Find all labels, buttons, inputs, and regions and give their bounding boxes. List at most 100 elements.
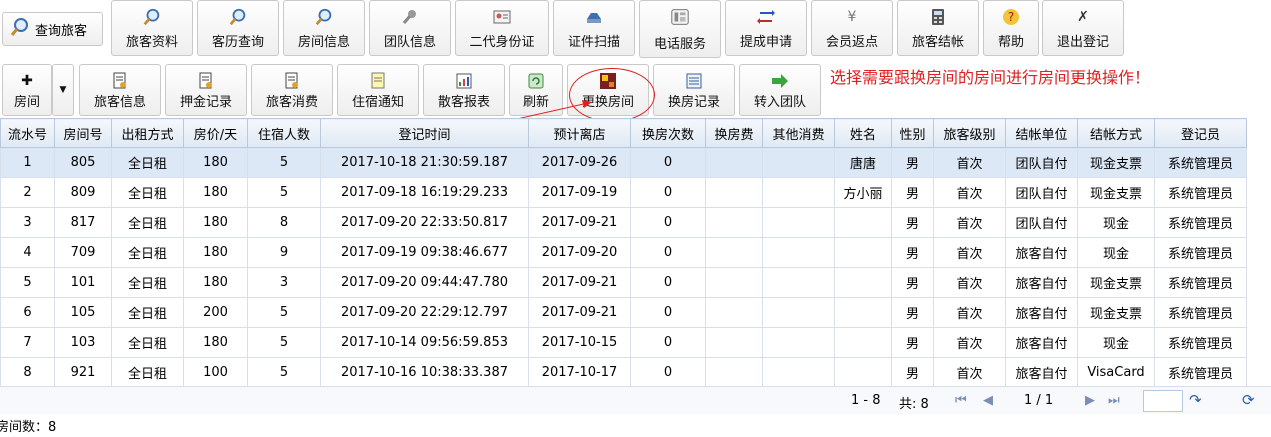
svg-text:?: ?	[1008, 10, 1014, 24]
column-header[interactable]: 流水号	[0, 118, 55, 148]
pager-range: 1 - 8	[851, 393, 881, 408]
green-arrow-icon	[770, 71, 790, 91]
refresh-icon[interactable]: ⟳	[1242, 391, 1255, 409]
column-header[interactable]: 登记时间	[320, 118, 529, 148]
table-cell: 现金	[1077, 327, 1155, 358]
table-cell: 现金支票	[1077, 147, 1155, 178]
table-cell: 系统管理员	[1154, 177, 1247, 208]
table-cell: 4	[0, 237, 55, 268]
table-row[interactable]: 6 105 全日租 200 5 2017-09-20 22:29:12.797 2017-0…	[0, 297, 1247, 328]
first-page-icon[interactable]: ⏮	[955, 393, 967, 408]
toolbar2-button-5[interactable]: 散客报表	[423, 64, 505, 116]
toolbar2-button-1[interactable]: 旅客信息	[79, 64, 161, 116]
table-cell	[762, 207, 835, 238]
toolbar-button-label: 帮助	[997, 35, 1024, 50]
prev-page-icon[interactable]: ◀	[983, 393, 993, 408]
toolbar-button-6[interactable]: 证件扫描	[553, 0, 635, 56]
column-header[interactable]: 旅客级别	[933, 118, 1006, 148]
toolbar-button-1[interactable]: 旅客资料	[111, 0, 193, 56]
table-cell: 0	[630, 357, 706, 388]
toolbar-button-7[interactable]: 电话服务	[639, 0, 721, 58]
table-cell: 180	[183, 207, 248, 238]
refresh-icon	[526, 71, 546, 91]
table-cell: 2017-10-15	[528, 327, 631, 358]
toolbar-button-10[interactable]: 旅客结帐	[897, 0, 979, 56]
table-row[interactable]: 2 809 全日租 180 5 2017-09-18 16:19:29.233 2017-0…	[0, 177, 1247, 208]
column-header[interactable]: 性别	[891, 118, 934, 148]
toolbar-button-label: 二代身份证	[469, 35, 535, 50]
column-header[interactable]: 结帐方式	[1077, 118, 1155, 148]
column-header[interactable]: 房间号	[54, 118, 112, 148]
scanner-icon	[584, 7, 604, 27]
table-cell	[705, 237, 763, 268]
toolbar2-button-label: 换房记录	[667, 95, 720, 110]
toolbar2-button-2[interactable]: 押金记录	[165, 64, 247, 116]
pager-page: 1 / 1	[1024, 393, 1054, 408]
last-page-icon[interactable]: ⏭	[1108, 393, 1120, 408]
toolbar2-button-label: 旅客信息	[93, 95, 146, 110]
table-row[interactable]: 3 817 全日租 180 8 2017-09-20 22:33:50.817 2017-0…	[0, 207, 1247, 238]
toolbar-button-2[interactable]: 客历查询	[197, 0, 279, 56]
column-header[interactable]: 其他消费	[762, 118, 835, 148]
toolbar-button-4[interactable]: 团队信息	[369, 0, 451, 56]
table-row[interactable]: 5 101 全日租 180 3 2017-09-20 09:44:47.780 2017-0…	[0, 267, 1247, 298]
column-header[interactable]: 换房费	[705, 118, 763, 148]
id-card-icon	[492, 7, 512, 27]
search-guest-button[interactable]: 查询旅客	[2, 12, 103, 46]
toolbar2-button-6[interactable]: 刷新	[509, 64, 563, 116]
toolbar-button-3[interactable]: 房间信息	[283, 0, 365, 56]
table-cell: 全日租	[111, 207, 184, 238]
column-header[interactable]: 换房次数	[630, 118, 706, 148]
toolbar2-button-8[interactable]: 换房记录	[653, 64, 735, 116]
table-row[interactable]: 1 805 全日租 180 5 2017-10-18 21:30:59.187 2017-0…	[0, 147, 1247, 178]
table-cell	[762, 297, 835, 328]
table-cell: 180	[183, 177, 248, 208]
table-cell: 0	[630, 327, 706, 358]
toolbar-button-label: 客历查询	[211, 35, 264, 50]
table-cell: 首次	[933, 147, 1006, 178]
toolbar2-button-9[interactable]: 转入团队	[739, 64, 821, 116]
column-header[interactable]: 住宿人数	[247, 118, 321, 148]
table-cell: 2017-09-18 16:19:29.233	[320, 177, 529, 208]
toolbar-button-9[interactable]: ¥ 会员返点	[811, 0, 893, 56]
toolbar2-button-label: 旅客消费	[265, 95, 318, 110]
table-row[interactable]: 4 709 全日租 180 9 2017-09-19 09:38:46.677 2017-0…	[0, 237, 1247, 268]
table-cell: 男	[891, 237, 934, 268]
calculator-icon	[928, 7, 948, 27]
table-row[interactable]: 8 921 全日租 100 5 2017-10-16 10:38:33.387 2017-1…	[0, 357, 1247, 388]
table-cell: 709	[54, 237, 112, 268]
column-header[interactable]: 姓名	[834, 118, 892, 148]
add-room-button[interactable]: ✚ 房间	[2, 64, 52, 116]
toolbar2-button-label: 住宿通知	[351, 95, 404, 110]
pager-total: 共: 8	[899, 397, 929, 412]
toolbar2-button-4[interactable]: 住宿通知	[337, 64, 419, 116]
go-page-icon[interactable]: ↷	[1189, 391, 1202, 409]
table-cell: 180	[183, 327, 248, 358]
toolbar2-button-3[interactable]: 旅客消费	[251, 64, 333, 116]
table-row[interactable]: 7 103 全日租 180 5 2017-10-14 09:56:59.853 2017-1…	[0, 327, 1247, 358]
table-cell: 全日租	[111, 177, 184, 208]
toolbar-button-12[interactable]: ✗ 退出登记	[1042, 0, 1124, 56]
table-cell: 系统管理员	[1154, 357, 1247, 388]
toolbar-button-label: 团队信息	[383, 35, 436, 50]
room-dropdown-button[interactable]: ▼	[52, 64, 74, 116]
table-cell: 6	[0, 297, 55, 328]
table-cell: 9	[247, 237, 321, 268]
add-room-label: 房间	[13, 95, 40, 110]
column-header[interactable]: 登记员	[1154, 118, 1247, 148]
table-cell: 2017-09-19 09:38:46.677	[320, 237, 529, 268]
column-header[interactable]: 结帐单位	[1005, 118, 1078, 148]
column-header[interactable]: 出租方式	[111, 118, 184, 148]
toolbar-button-8[interactable]: 提成申请	[725, 0, 807, 56]
table-cell	[762, 267, 835, 298]
table-cell: 5	[247, 357, 321, 388]
toolbar-button-11[interactable]: ? 帮助	[983, 0, 1039, 56]
table-cell: 首次	[933, 207, 1006, 238]
column-header[interactable]: 房价/天	[183, 118, 248, 148]
toolbar-button-5[interactable]: 二代身份证	[455, 0, 549, 56]
next-page-icon[interactable]: ▶	[1085, 393, 1095, 408]
page-number-input[interactable]	[1143, 390, 1183, 412]
column-header[interactable]: 预计离店	[528, 118, 631, 148]
toolbar2-button-label: 押金记录	[179, 95, 232, 110]
table-cell: 全日租	[111, 297, 184, 328]
